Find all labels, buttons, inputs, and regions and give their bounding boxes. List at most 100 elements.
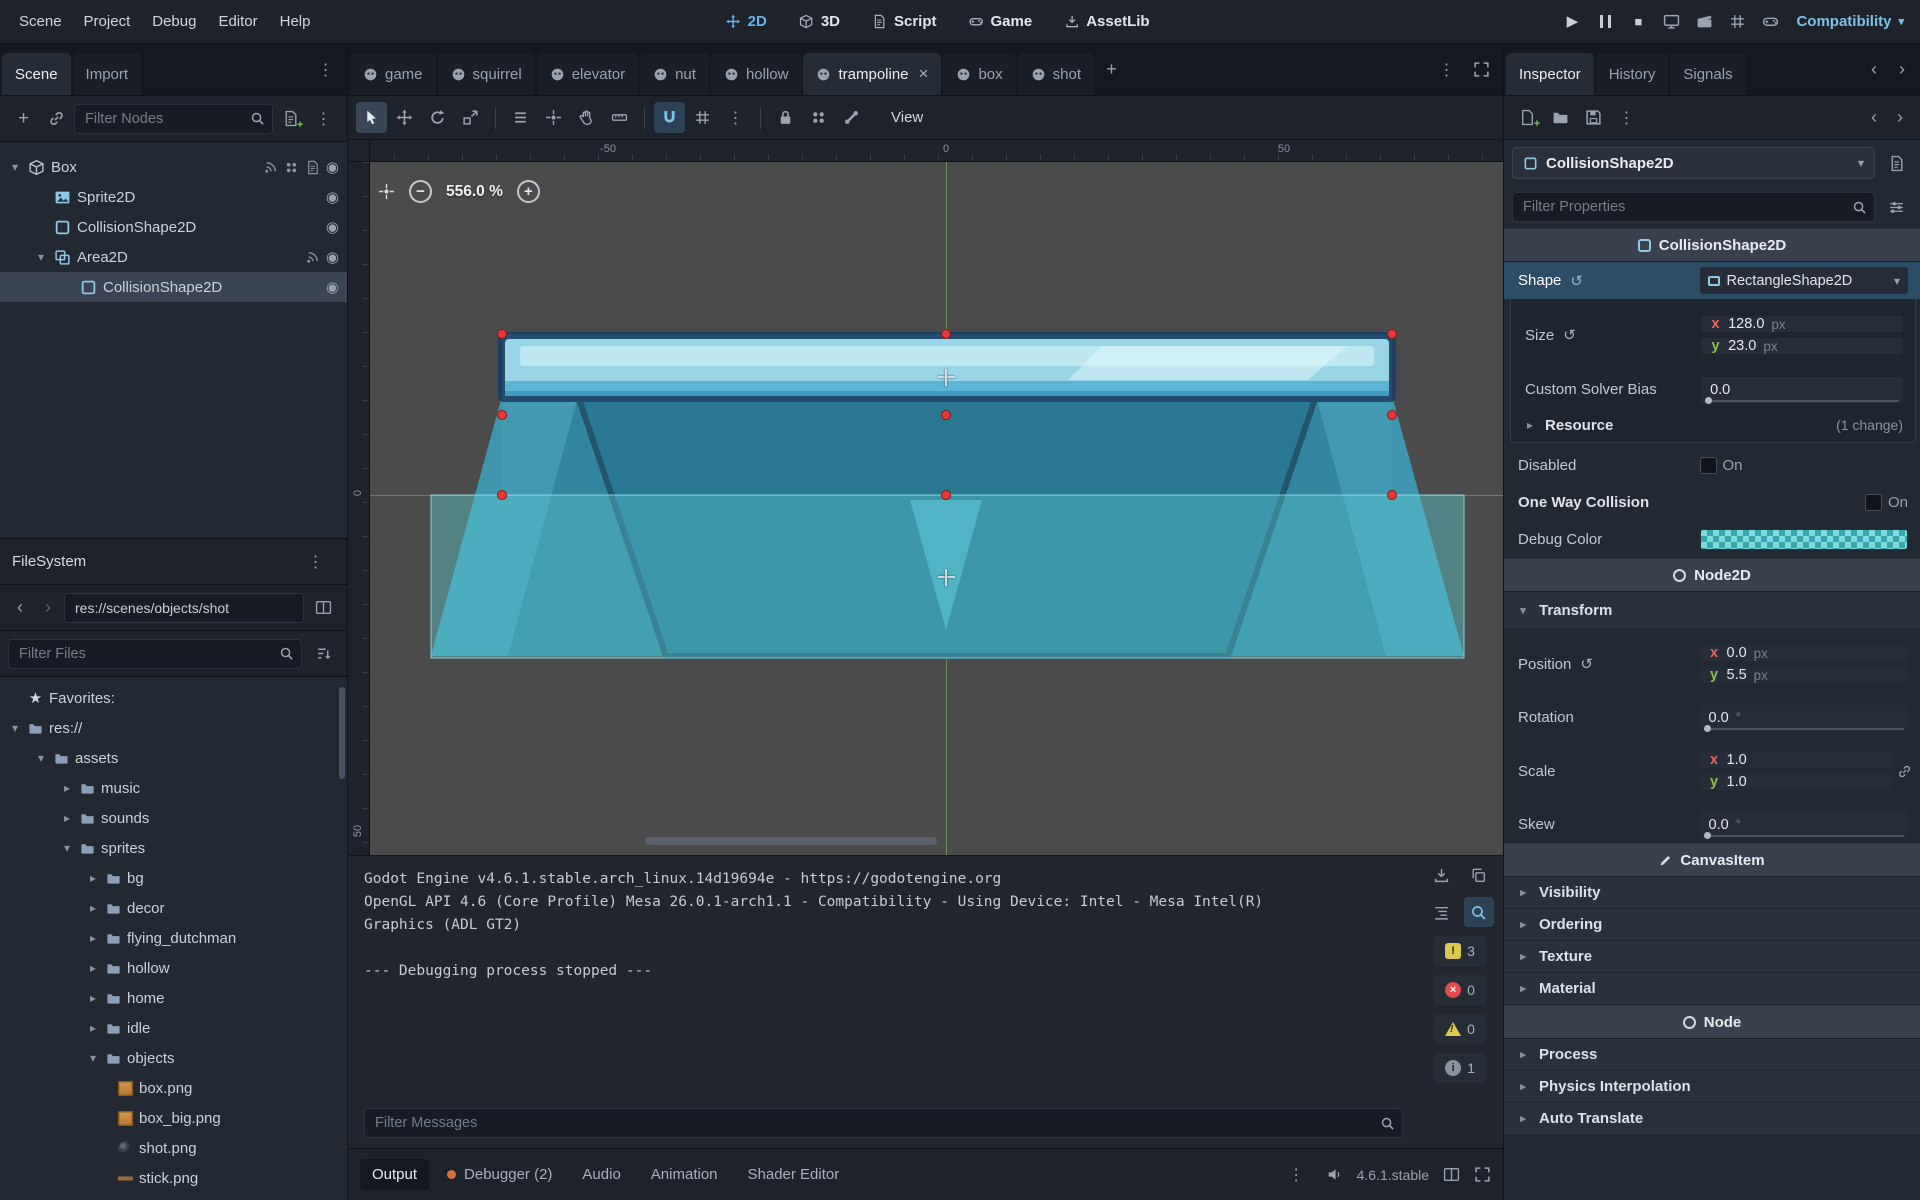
save-resource-button[interactable]	[1578, 102, 1609, 133]
fs-file-row[interactable]: shot.png	[0, 1133, 347, 1163]
bottom-panels-menu-button[interactable]: ⋮	[1281, 1159, 1312, 1190]
visibility-eye-icon[interactable]: ◉	[326, 158, 339, 176]
nav-forward-button[interactable]: ›	[36, 594, 60, 622]
property-rotation[interactable]: Rotation 0.0°	[1504, 699, 1920, 736]
category-node2d[interactable]: Node2D	[1504, 558, 1920, 592]
chevron-right-icon[interactable]: ▸	[86, 1021, 100, 1035]
move-panel-icon[interactable]	[1443, 1166, 1460, 1183]
skeleton-options-button[interactable]	[836, 102, 867, 133]
fs-row[interactable]: ▾res://	[0, 713, 347, 743]
fs-row[interactable]: ▸home	[0, 983, 347, 1013]
viewport-canvas[interactable]: -50 0 50 0 50	[348, 140, 1503, 855]
signal-icon[interactable]	[305, 250, 320, 265]
group-process[interactable]: ▸Process	[1504, 1039, 1920, 1071]
play-button[interactable]: ▶	[1557, 7, 1587, 37]
tree-row[interactable]: ▾ Box ◉	[0, 152, 347, 182]
group-object-button[interactable]	[803, 102, 834, 133]
tab-import[interactable]: Import	[73, 53, 142, 95]
snap-options-button[interactable]: ⋮	[720, 102, 751, 133]
property-tools-button[interactable]	[1881, 192, 1912, 223]
selection-handle[interactable]	[941, 490, 951, 500]
category-canvasitem[interactable]: CanvasItem	[1504, 843, 1920, 877]
zoom-level[interactable]: 556.0 %	[446, 183, 503, 201]
selection-handle[interactable]	[1387, 490, 1397, 500]
fs-row[interactable]: ▸sounds	[0, 803, 347, 833]
file-sort-button[interactable]	[308, 638, 339, 669]
view-menu-button[interactable]: View	[881, 103, 933, 132]
resource-options-button[interactable]: ⋮	[1611, 102, 1642, 133]
lock-object-button[interactable]	[770, 102, 801, 133]
one-way-collision-checkbox[interactable]	[1865, 494, 1882, 511]
scene-tree-options-button[interactable]: ⋮	[308, 103, 339, 134]
select-tool-button[interactable]	[356, 102, 387, 133]
property-debug-color[interactable]: Debug Color	[1504, 521, 1920, 558]
output-log[interactable]: Godot Engine v4.6.1.stable.arch_linux.14…	[364, 868, 1276, 1108]
fs-row[interactable]: ▸idle	[0, 1013, 347, 1043]
tab-history[interactable]: History	[1596, 53, 1669, 95]
center-view-icon[interactable]	[378, 183, 395, 200]
size-x-field[interactable]: x128.0px	[1701, 316, 1903, 332]
pan-tool-button[interactable]	[571, 102, 602, 133]
ruler-tool-button[interactable]	[604, 102, 635, 133]
history-back-button[interactable]: ‹	[1862, 104, 1886, 132]
group-auto-translate[interactable]: ▸Auto Translate	[1504, 1103, 1920, 1135]
move-tool-button[interactable]	[389, 102, 420, 133]
clear-output-button[interactable]	[1427, 860, 1457, 890]
selection-handle[interactable]	[497, 329, 507, 339]
disabled-checkbox[interactable]	[1700, 457, 1717, 474]
new-resource-button[interactable]: +	[1512, 102, 1543, 133]
visibility-eye-icon[interactable]: ◉	[326, 188, 339, 206]
list-select-button[interactable]	[505, 102, 536, 133]
error-count-badge[interactable]: ×0	[1434, 975, 1486, 1005]
selection-handle[interactable]	[497, 410, 507, 420]
load-resource-button[interactable]	[1545, 102, 1576, 133]
property-scale[interactable]: Scale x1.0 y1.0	[1504, 736, 1920, 806]
workspace-2d-button[interactable]: 2D	[714, 6, 779, 37]
tab-scene[interactable]: Scene	[2, 53, 71, 95]
pivot-tool-button[interactable]	[538, 102, 569, 133]
chevron-down-icon[interactable]: ▾	[8, 721, 22, 735]
skew-field[interactable]: 0.0°	[1700, 812, 1909, 838]
size-y-field[interactable]: y23.0px	[1701, 338, 1903, 354]
instance-scene-button[interactable]	[41, 103, 72, 134]
bottom-tab-shader-editor[interactable]: Shader Editor	[736, 1159, 852, 1190]
selection-handle[interactable]	[941, 329, 951, 339]
chevron-right-icon[interactable]: ▸	[86, 901, 100, 915]
chevron-right-icon[interactable]: ▸	[86, 871, 100, 885]
selection-handle[interactable]	[497, 490, 507, 500]
revert-icon[interactable]: ↺	[1563, 326, 1576, 344]
chevron-down-icon[interactable]: ▾	[34, 751, 48, 765]
visibility-eye-icon[interactable]: ◉	[326, 218, 339, 236]
horizontal-scrollbar[interactable]	[645, 837, 937, 845]
chevron-right-icon[interactable]: ▸	[86, 991, 100, 1005]
chevron-down-icon[interactable]: ▾	[60, 841, 74, 855]
property-one-way-collision[interactable]: One Way Collision On	[1504, 484, 1920, 521]
scene-tab[interactable]: hollow	[711, 53, 802, 95]
chevron-down-icon[interactable]: ▾	[8, 160, 22, 174]
property-size[interactable]: Size↺ x128.0px y23.0px	[1511, 299, 1915, 371]
menu-project[interactable]: Project	[73, 6, 142, 37]
scale-y-field[interactable]: y1.0	[1700, 774, 1893, 790]
attach-script-button[interactable]: +	[275, 103, 306, 134]
fs-row[interactable]: ▾objects	[0, 1043, 347, 1073]
groups-icon[interactable]	[284, 160, 299, 175]
position-x-field[interactable]: x0.0px	[1700, 645, 1909, 661]
workspace-game-button[interactable]: Game	[957, 6, 1045, 37]
filter-messages-input[interactable]	[364, 1108, 1403, 1138]
chevron-right-icon[interactable]: ▸	[60, 781, 74, 795]
grid-button[interactable]	[1722, 7, 1752, 37]
tree-row[interactable]: CollisionShape2D ◉	[0, 212, 347, 242]
fs-file-row[interactable]: box_big.png	[0, 1103, 347, 1133]
info-count-badge[interactable]: i1	[1434, 1053, 1486, 1083]
selection-handle[interactable]	[1387, 410, 1397, 420]
play-custom-button[interactable]	[1755, 7, 1785, 37]
collapse-duplicates-button[interactable]	[1427, 897, 1457, 927]
revert-icon[interactable]: ↺	[1580, 655, 1593, 673]
pivot-handle[interactable]	[941, 410, 951, 420]
renderer-selector[interactable]: Compatibility▾	[1788, 7, 1912, 36]
pause-button[interactable]	[1590, 7, 1620, 37]
tab-scroll-right-icon[interactable]: ›	[1890, 56, 1914, 84]
tab-signals[interactable]: Signals	[1670, 53, 1745, 95]
anchor-gizmo-icon[interactable]	[938, 369, 955, 386]
version-label[interactable]: 4.6.1.stable	[1357, 1167, 1429, 1183]
